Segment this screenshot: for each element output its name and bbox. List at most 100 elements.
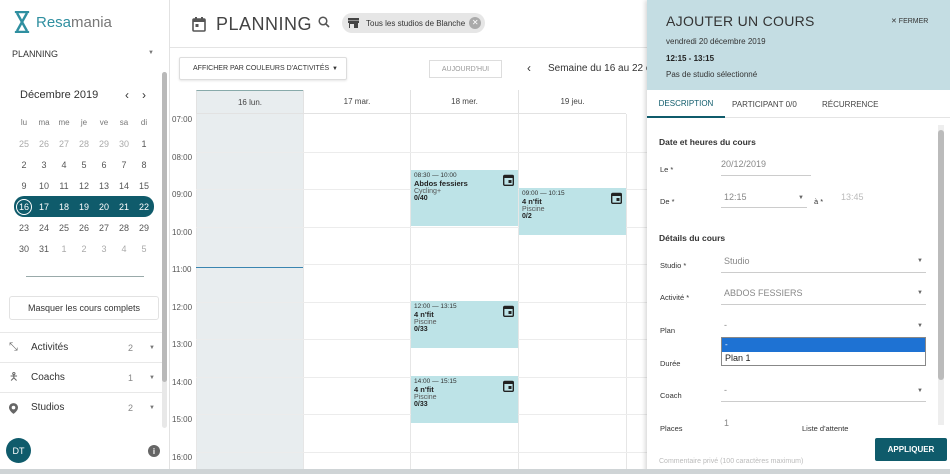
avatar[interactable]: DT (6, 438, 31, 463)
day-header[interactable]: 18 mer. (410, 90, 518, 114)
today-button[interactable]: AUJOURD'HUI (429, 60, 502, 78)
calendar-day[interactable]: 14 (114, 181, 134, 191)
calendar-day[interactable]: 4 (114, 244, 134, 254)
coach-select-value[interactable]: - (724, 385, 727, 395)
end-time-value[interactable]: 13:45 (841, 192, 864, 202)
calendar-day[interactable]: 28 (74, 139, 94, 149)
sidebar: Resamania PLANNING ▼ Décembre 2019 ‹ › l… (0, 0, 170, 474)
search-icon[interactable] (318, 16, 330, 28)
chevron-right-icon[interactable]: › (142, 88, 146, 102)
activity-select-value[interactable]: ABDOS FESSIERS (724, 288, 803, 298)
colors-by-activity-button[interactable]: AFFICHER PAR COULEURS D'ACTIVITÉS ▼ (179, 57, 347, 80)
calendar-day[interactable]: 5 (134, 244, 154, 254)
event-location: Piscine (414, 394, 437, 401)
plan-dropdown-list[interactable]: - Plan 1 (721, 337, 926, 366)
calendar-day[interactable]: 1 (134, 139, 154, 149)
plan-option-selected[interactable]: - (722, 338, 925, 352)
caret-down-icon: ▼ (917, 388, 923, 394)
calendar-day[interactable]: 23 (14, 223, 34, 233)
hour-label: 12:00 (172, 303, 193, 312)
tab-participants[interactable]: PARTICIPANT 0/0 (732, 90, 797, 118)
date-value[interactable]: 20/12/2019 (721, 159, 766, 169)
day-header[interactable]: 16 lun. (196, 90, 303, 114)
calendar-day[interactable]: 18 (54, 202, 74, 212)
day-header[interactable]: 19 jeu. (518, 90, 626, 114)
chevron-left-icon[interactable]: ‹ (527, 61, 531, 75)
sidebar-scrollbar-thumb[interactable] (162, 72, 167, 382)
tab-description[interactable]: DESCRIPTION (647, 90, 725, 118)
store-icon (348, 18, 359, 28)
calendar-day[interactable]: 25 (14, 139, 34, 149)
plan-option[interactable]: Plan 1 (722, 352, 925, 365)
calendar-day[interactable]: 29 (134, 223, 154, 233)
calendar-day[interactable]: 30 (114, 139, 134, 149)
event-card[interactable]: 08:30 — 10:00 Abdos fessiers Cycling+ 0/… (411, 170, 518, 226)
event-card[interactable]: 09:00 — 10:15 4 n'fit Piscine 0/2 (519, 188, 626, 235)
calendar-day[interactable]: 29 (94, 139, 114, 149)
nav-section-select[interactable]: PLANNING ▼ (0, 42, 160, 66)
calendar-day[interactable]: 26 (34, 139, 54, 149)
calendar-day[interactable]: 15 (134, 181, 154, 191)
calendar-day[interactable]: 28 (114, 223, 134, 233)
calendar-day-today[interactable]: 16 (16, 198, 32, 215)
calendar-day[interactable]: 6 (94, 160, 114, 170)
calendar-day[interactable]: 11 (54, 181, 74, 191)
info-icon[interactable]: i (148, 445, 160, 457)
calendar-day[interactable]: 2 (14, 160, 34, 170)
calendar-day[interactable]: 19 (74, 202, 94, 212)
caret-down-icon: ▼ (148, 50, 154, 56)
places-label: Places (660, 424, 683, 433)
close-button[interactable]: ✕ FERMER (891, 17, 928, 25)
panel-scrollbar-thumb[interactable] (938, 130, 944, 380)
calendar-day[interactable]: 3 (94, 244, 114, 254)
places-input[interactable]: 1 (724, 418, 729, 428)
sidebar-scrollbar[interactable] (162, 72, 167, 428)
calendar-day[interactable]: 25 (54, 223, 74, 233)
calendar-day[interactable]: 4 (54, 160, 74, 170)
calendar-day[interactable]: 27 (94, 223, 114, 233)
panel-scrollbar[interactable] (938, 125, 944, 425)
calendar-day[interactable]: 8 (134, 160, 154, 170)
day-header[interactable]: 17 mar. (303, 90, 410, 114)
calendar-day[interactable]: 21 (114, 202, 134, 212)
event-card[interactable]: 12:00 — 13:15 4 n'fit Piscine 0/33 (411, 301, 518, 348)
calendar-day[interactable]: 26 (74, 223, 94, 233)
end-time-label: à * (814, 197, 824, 206)
column-divider (518, 114, 519, 474)
plan-select-value[interactable]: - (724, 320, 727, 330)
chevron-left-icon[interactable]: ‹ (125, 88, 129, 102)
calendar-day[interactable]: 27 (54, 139, 74, 149)
calendar-day[interactable]: 30 (14, 244, 34, 254)
calendar-day[interactable]: 13 (94, 181, 114, 191)
filter-activities[interactable]: ⤡ Activités 2 ▼ (0, 332, 162, 362)
calendar-day[interactable]: 10 (34, 181, 54, 191)
filter-coachs[interactable]: 🯅 Coachs 1 ▼ (0, 362, 162, 392)
calendar-selected-week[interactable]: 16 17 18 19 20 21 22 (14, 196, 154, 217)
calendar-day[interactable]: 20 (94, 202, 114, 212)
studio-select-value[interactable]: Studio (724, 256, 750, 266)
calendar-day[interactable]: 5 (74, 160, 94, 170)
calendar-day[interactable]: 24 (34, 223, 54, 233)
calendar-day[interactable]: 3 (34, 160, 54, 170)
calendar-day[interactable]: 22 (134, 202, 154, 212)
calendar-day[interactable]: 1 (54, 244, 74, 254)
calendar-day[interactable]: 17 (34, 202, 54, 212)
filter-studios[interactable]: Studios 2 ▼ (0, 392, 162, 422)
calendar-day[interactable]: 31 (34, 244, 54, 254)
calendar-day[interactable]: 7 (114, 160, 134, 170)
event-name: 4 n'fit (522, 197, 542, 206)
caret-down-icon: ▼ (149, 344, 155, 351)
apply-button[interactable]: APPLIQUER (875, 438, 947, 461)
tab-recurrence[interactable]: RÉCURRENCE (822, 90, 878, 118)
calendar-day[interactable]: 9 (14, 181, 34, 191)
chip-remove-icon[interactable]: ✕ (469, 17, 482, 29)
calendar-day[interactable]: 2 (74, 244, 94, 254)
event-name: 4 n'fit (414, 385, 434, 394)
brand-name: Resamania (36, 13, 112, 31)
studio-filter-chip[interactable]: Tous les studios de Blanche ✕ (342, 13, 486, 33)
logo[interactable]: Resamania (14, 10, 112, 34)
event-card[interactable]: 14:00 — 15:15 4 n'fit Piscine 0/33 (411, 376, 518, 423)
hide-full-courses-button[interactable]: Masquer les cours complets (9, 296, 159, 320)
calendar-day[interactable]: 12 (74, 181, 94, 191)
start-time-value[interactable]: 12:15 (724, 192, 747, 202)
